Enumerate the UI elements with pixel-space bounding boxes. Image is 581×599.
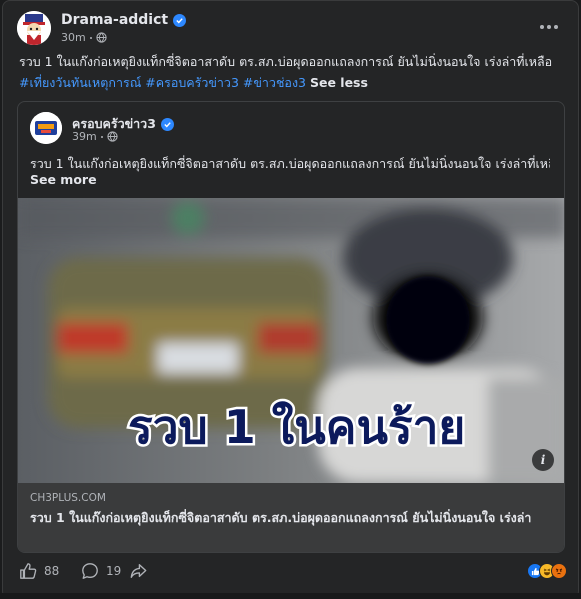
post-meta: 30m [61,31,107,44]
verified-badge-icon [160,117,174,131]
angry-reaction-icon [551,563,567,579]
share-button[interactable] [129,562,148,580]
like-button[interactable]: 88 [19,562,59,580]
share-icon [130,564,147,578]
info-icon[interactable]: i [532,449,554,471]
shared-post-image[interactable]: รวบ 1 ในคนร้าย i [18,198,564,483]
globe-icon [96,32,107,43]
post-caption: รวบ 1 ในแก๊งก่อเหตุยิงแท็กซี่จิตอาสาดับ … [19,54,553,69]
like-icon [20,563,37,579]
verified-badge-icon [173,13,187,27]
shared-post-text: รวบ 1 ในแก๊งก่อเหตุยิงแท็กซี่จิตอาสาดับ … [30,156,550,171]
post-hashtags: #เที่ยงวันทันเหตุการณ์ #ครอบครัวข่าว3 #ข… [19,72,567,94]
reaction-summary[interactable] [527,563,567,579]
post-header: Drama-addict 30m [17,11,567,47]
image-overlay-text: รวบ 1 ในคนร้าย [128,400,465,454]
see-less-link[interactable]: See less [310,75,368,90]
shared-post-header: ครอบครัวข่าว3 39m [30,112,550,144]
post-card: Drama-addict 30m รวบ 1 ในแก๊งก่อเหตุยิงแ… [2,0,579,599]
comment-icon [82,563,98,579]
blurred-news-photo: รวบ 1 ในคนร้าย [18,198,564,483]
comment-count: 19 [106,564,122,578]
more-options-icon[interactable] [537,15,561,39]
author-name[interactable]: Drama-addict [61,12,187,28]
link-preview[interactable]: CH3PLUS.COM รวบ 1 ในแก๊งก่อเหตุยิงแท็กซี… [18,483,564,552]
meta-separator [100,135,103,138]
shared-post: ครอบครัวข่าว3 39m รวบ 1 ในแก๊งก่อเหตุยิง… [17,101,565,553]
post-actions: 88 19 [17,559,567,587]
author-avatar[interactable] [17,11,51,45]
hashtag-link[interactable]: #ข่าวช่อง3 [243,75,306,90]
like-count: 88 [44,564,60,578]
see-more-link[interactable]: See more [30,172,97,187]
feed-bottom-edge [0,593,581,599]
cartoon-avatar-icon [17,11,51,45]
page-logo[interactable] [30,112,62,144]
post-time[interactable]: 30m [61,31,86,44]
link-title[interactable]: รวบ 1 ในแก๊งก่อเหตุยิงแท็กซี่จิตอาสาดับ … [30,508,554,527]
shared-post-time[interactable]: 39m [72,130,97,143]
hashtag-link[interactable]: #เที่ยงวันทันเหตุการณ์ [19,75,141,90]
author-name-text[interactable]: Drama-addict [61,12,168,28]
shared-post-meta: 39m [72,130,118,143]
link-domain: CH3PLUS.COM [30,492,106,504]
channel-logo-icon [30,112,62,144]
globe-icon [107,131,118,142]
meta-separator [89,36,92,39]
comment-button[interactable]: 19 [81,562,121,580]
hashtag-link[interactable]: #ครอบครัวข่าว3 [145,75,239,90]
